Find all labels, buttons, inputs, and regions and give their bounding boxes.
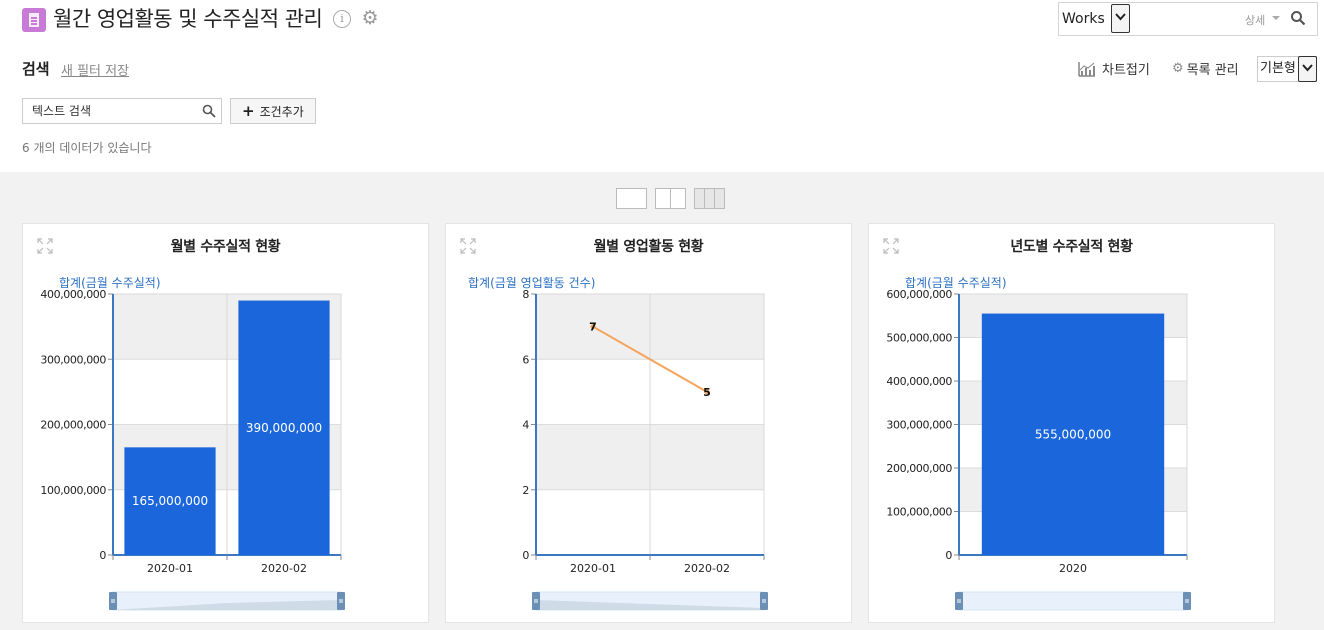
x-tick-label: 2020	[1059, 562, 1087, 575]
app-icon	[22, 8, 46, 32]
new-filter-save-link[interactable]: 새 필터 저장	[61, 60, 129, 79]
y-tick-label: 0	[945, 549, 952, 562]
y-tick-label: 400,000,000	[40, 288, 106, 301]
search-icon[interactable]	[202, 104, 216, 118]
chart-card-yearly-orders: 년도별 수주실적 현황 합계(금월 수주실적) 0 100,000,000 200,0…	[868, 223, 1275, 623]
bar-chart: 합계(금월 수주실적)0100,000,000200,000,000300,00…	[886, 276, 1191, 611]
y-tick-label: 500,000,000	[886, 332, 952, 345]
bar-chart: 합계(금월 수주실적)0100,000,000200,000,000300,00…	[40, 276, 345, 611]
result-count: 6 개의 데이터가 있습니다	[22, 141, 152, 155]
line-chart: 합계(금월 영업활동 건수) 0 2 4 6 8 2020-01 2020-02 7 5	[468, 276, 768, 611]
y-tick-label: 100,000,000	[886, 506, 952, 519]
x-tick-label: 2020-01	[570, 562, 616, 575]
y-tick-label: 400,000,000	[886, 375, 952, 388]
y-tick-label: 4	[522, 419, 529, 432]
view-dropdown-arrow-icon[interactable]	[1298, 56, 1317, 82]
info-icon[interactable]: i	[333, 10, 351, 28]
range-handle	[955, 592, 963, 610]
y-tick-label: 200,000,000	[40, 419, 106, 432]
chart-card-monthly-orders: 월별 수주실적 현황 합계(금월 수주실적) 0 100,000,000 200,00…	[22, 223, 429, 623]
x-tick-label: 2020-02	[684, 562, 730, 575]
x-tick-label: 2020-01	[147, 562, 193, 575]
detail-search-link[interactable]: 상세	[1245, 12, 1265, 28]
scope-dropdown-arrow-icon[interactable]	[1111, 4, 1130, 33]
y-tick-label: 0	[99, 549, 106, 562]
y-axis-title: 합계(금월 영업활동 건수)	[468, 276, 595, 290]
data-label: 165,000,000	[132, 494, 208, 508]
range-handle	[109, 592, 117, 610]
y-tick-label: 6	[522, 353, 529, 366]
y-tick-label: 2	[522, 484, 529, 497]
y-tick-label: 300,000,000	[886, 419, 952, 432]
y-tick-label: 600,000,000	[886, 288, 952, 301]
range-handle	[532, 592, 540, 610]
gear-icon[interactable]: ⚙	[360, 8, 380, 28]
layout-1col-button[interactable]	[616, 188, 647, 209]
text-search-input[interactable]: 텍스트 검색	[22, 98, 222, 124]
y-tick-label: 200,000,000	[886, 462, 952, 475]
data-label: 555,000,000	[1035, 427, 1111, 441]
add-condition-button[interactable]: + 조건추가	[230, 98, 316, 124]
range-handle	[1183, 592, 1191, 610]
data-label: 390,000,000	[246, 421, 322, 435]
range-handle	[760, 592, 768, 610]
list-manage-button[interactable]: ⚙ 목록 관리	[1172, 59, 1239, 78]
layout-3col-button[interactable]	[694, 188, 725, 209]
chart-fold-label: 차트접기	[1102, 63, 1150, 78]
caret-down-icon[interactable]	[1272, 16, 1280, 20]
data-label: 7	[589, 321, 597, 334]
chart-card-monthly-activity: 월별 영업활동 현황 합계(금월 영업활동 건수) 0 2 4 6 8 2020-01 202…	[445, 223, 852, 623]
layout-2col-button[interactable]	[655, 188, 686, 209]
range-navigator	[958, 591, 1188, 611]
y-tick-label: 8	[522, 288, 529, 301]
chart-icon	[1078, 61, 1095, 77]
search-icon[interactable]	[1290, 10, 1306, 26]
search-section-label: 검색	[22, 60, 50, 78]
y-tick-label: 300,000,000	[40, 353, 106, 366]
list-manage-label: 목록 관리	[1186, 63, 1239, 78]
range-handle	[337, 592, 345, 610]
y-tick-label: 100,000,000	[40, 484, 106, 497]
chart-fold-button[interactable]: 차트접기	[1078, 59, 1150, 78]
plus-icon: +	[242, 102, 255, 120]
data-label: 5	[703, 386, 711, 399]
page-title: 월간 영업활동 및 수주실적 관리	[53, 7, 323, 31]
add-condition-label: 조건추가	[259, 105, 304, 119]
gear-icon: ⚙	[1172, 61, 1184, 76]
y-tick-label: 0	[522, 549, 529, 562]
x-tick-label: 2020-02	[261, 562, 307, 575]
